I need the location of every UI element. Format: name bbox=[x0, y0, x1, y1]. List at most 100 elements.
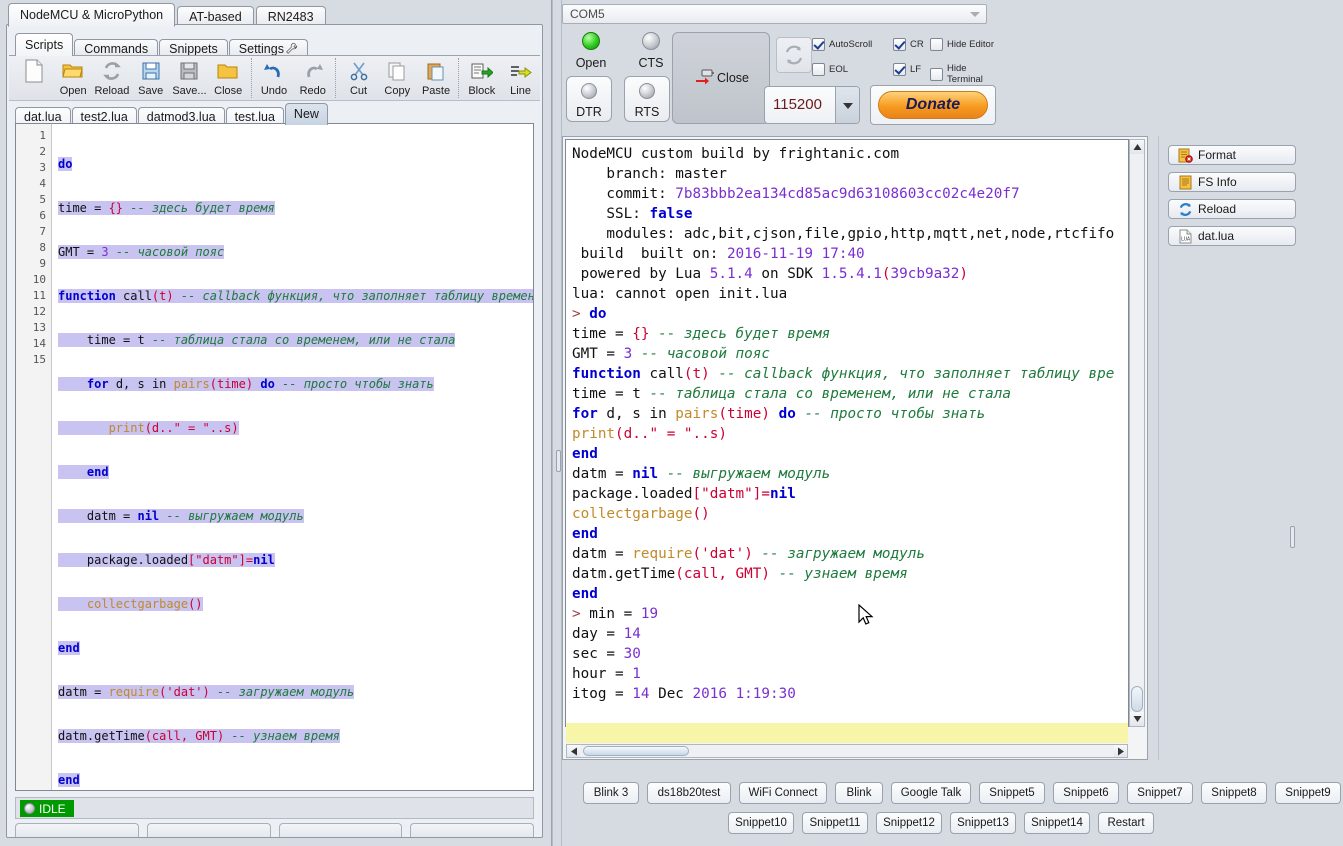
status-badge: IDLE bbox=[20, 800, 74, 817]
code-line: do bbox=[58, 157, 73, 171]
scrollbar-thumb[interactable] bbox=[1131, 686, 1143, 712]
hide-editor-checkbox[interactable]: Hide Editor bbox=[930, 38, 994, 51]
refresh-ports-button[interactable] bbox=[776, 37, 812, 73]
scrollbar-thumb[interactable] bbox=[583, 746, 689, 756]
snippet-button[interactable]: Google Talk bbox=[891, 782, 971, 804]
terminal-horizontal-scrollbar[interactable] bbox=[566, 744, 1128, 758]
block-upload-icon bbox=[471, 58, 493, 84]
checkbox-box[interactable] bbox=[812, 63, 825, 76]
toolbar-block-button[interactable]: Block bbox=[462, 56, 501, 100]
snippet-button[interactable]: Snippet8 bbox=[1201, 782, 1267, 804]
lf-checkbox[interactable]: LF bbox=[893, 63, 921, 76]
side-panel-splitter-grip[interactable] bbox=[1290, 526, 1295, 548]
autoscroll-checkbox[interactable]: AutoScroll bbox=[812, 38, 872, 51]
refresh-icon bbox=[783, 44, 805, 66]
bottom-partial-button[interactable] bbox=[410, 823, 534, 837]
baud-dropdown-button[interactable] bbox=[835, 87, 859, 123]
code-line: collectgarbage() bbox=[58, 596, 533, 612]
hide-terminal-checkbox[interactable]: Hide Terminal bbox=[930, 63, 997, 85]
toolbar-copy-button[interactable]: Copy bbox=[378, 56, 417, 100]
toolbar-cut-button[interactable]: Cut bbox=[339, 56, 378, 100]
copy-icon bbox=[387, 58, 407, 84]
checkbox-label: CR bbox=[910, 39, 924, 50]
status-badge-label: IDLE bbox=[39, 801, 66, 816]
toolbar-save-button[interactable]: Save bbox=[131, 56, 170, 100]
terminal-line: end bbox=[572, 446, 598, 462]
pane-splitter[interactable] bbox=[552, 0, 562, 846]
snippet-button[interactable]: Blink 3 bbox=[583, 782, 639, 804]
checkbox-box[interactable] bbox=[893, 38, 906, 51]
terminal-output[interactable]: NodeMCU custom build by frightanic.com b… bbox=[565, 139, 1129, 727]
snippet-button[interactable]: Snippet5 bbox=[979, 782, 1045, 804]
checkbox-box[interactable] bbox=[812, 38, 825, 51]
snippet-button-label: Snippet14 bbox=[1031, 817, 1083, 829]
snippet-button[interactable]: Blink bbox=[835, 782, 883, 804]
com-port-select[interactable]: COM5 bbox=[562, 4, 987, 24]
lua-file-button[interactable]: LUA dat.lua bbox=[1168, 226, 1296, 246]
checkbox-box[interactable] bbox=[930, 67, 943, 81]
snippet-button[interactable]: Restart bbox=[1098, 812, 1154, 834]
snippet-button[interactable]: ds18b20test bbox=[647, 782, 731, 804]
snippet-button[interactable]: WiFi Connect bbox=[739, 782, 827, 804]
tab-label: Settings bbox=[238, 42, 284, 56]
splitter-grip[interactable] bbox=[556, 450, 561, 472]
code-line: time = {} -- здесь будет время bbox=[58, 201, 275, 215]
toolbar-open-button[interactable]: Open bbox=[54, 56, 93, 100]
file-operations-panel: Format FS Info Reload LUA dat.lua bbox=[1158, 136, 1339, 760]
snippet-button[interactable]: Snippet11 bbox=[802, 812, 868, 834]
redo-icon bbox=[303, 58, 323, 84]
checkbox-box[interactable] bbox=[930, 38, 943, 51]
cr-checkbox[interactable]: CR bbox=[893, 38, 924, 51]
fs-info-button[interactable]: FS Info bbox=[1168, 172, 1296, 192]
file-tab-new[interactable]: New bbox=[284, 103, 328, 125]
snippet-button[interactable]: Snippet6 bbox=[1053, 782, 1119, 804]
terminal-vertical-scrollbar[interactable] bbox=[1129, 139, 1145, 727]
scroll-down-arrow-icon[interactable] bbox=[1130, 712, 1144, 726]
code-line: datm = nil -- выгружаем модуль bbox=[58, 509, 304, 523]
terminal-line: collectgarbage() bbox=[572, 506, 710, 522]
device-tab-nodemcu[interactable]: NodeMCU & MicroPython bbox=[8, 3, 176, 27]
code-line: datm = require('dat') -- загружаем модул… bbox=[58, 685, 355, 699]
toolbar-close-button[interactable]: Close bbox=[209, 56, 248, 100]
lua-file-label: dat.lua bbox=[1198, 229, 1235, 243]
snippet-button[interactable]: Snippet10 bbox=[728, 812, 794, 834]
checkbox-label: LF bbox=[910, 64, 922, 75]
snippet-button[interactable]: Snippet14 bbox=[1024, 812, 1090, 834]
code-editor[interactable]: 1 2 3 4 5 6 7 8 9 10 11 12 13 14 15 do time = {} -- зд… bbox=[15, 123, 534, 791]
tab-scripts[interactable]: Scripts bbox=[15, 33, 74, 56]
snippet-button[interactable]: Snippet7 bbox=[1127, 782, 1193, 804]
toolbar-save-as-button[interactable]: Save... bbox=[170, 56, 209, 100]
terminal-input[interactable] bbox=[566, 723, 1128, 743]
checkbox-box[interactable] bbox=[893, 63, 906, 76]
toolbar-new-button[interactable] bbox=[15, 56, 54, 100]
line-number: 11 bbox=[32, 289, 46, 302]
snippet-button[interactable]: Snippet9 bbox=[1275, 782, 1341, 804]
close-port-button[interactable]: Close bbox=[672, 32, 770, 124]
toolbar-paste-button[interactable]: Paste bbox=[417, 56, 456, 100]
snippet-button[interactable]: Snippet12 bbox=[876, 812, 942, 834]
toolbar-reload-button[interactable]: Reload bbox=[93, 56, 132, 100]
terminal-line: hour = 1 bbox=[572, 666, 641, 682]
terminal-line: package.loaded["datm"]=nil bbox=[572, 486, 796, 502]
toolbar-undo-button[interactable]: Undo bbox=[255, 56, 294, 100]
toolbar-redo-button[interactable]: Redo bbox=[293, 56, 332, 100]
device-tab-label: RN2483 bbox=[267, 10, 314, 24]
editor-code-area[interactable]: do time = {} -- здесь будет время GMT = … bbox=[52, 124, 533, 790]
scroll-right-arrow-icon[interactable] bbox=[1114, 745, 1127, 757]
fs-reload-button[interactable]: Reload bbox=[1168, 199, 1296, 219]
dtr-toggle-button[interactable]: DTR bbox=[566, 76, 612, 122]
scroll-left-arrow-icon[interactable] bbox=[567, 745, 580, 757]
eol-checkbox[interactable]: EOL bbox=[812, 63, 848, 76]
scroll-up-arrow-icon[interactable] bbox=[1130, 140, 1144, 154]
reload-icon bbox=[102, 58, 122, 84]
bottom-partial-button[interactable] bbox=[146, 823, 271, 837]
donate-button[interactable]: Donate bbox=[870, 85, 996, 125]
bottom-partial-button[interactable] bbox=[278, 823, 403, 837]
toolbar-line-button[interactable]: Line bbox=[501, 56, 540, 100]
rts-toggle-button[interactable]: RTS bbox=[624, 76, 670, 122]
toolbar-separator bbox=[250, 58, 252, 98]
baud-rate-select[interactable]: 115200 bbox=[764, 86, 860, 124]
snippet-button[interactable]: Snippet13 bbox=[950, 812, 1016, 834]
format-fs-button[interactable]: Format bbox=[1168, 145, 1296, 165]
bottom-partial-button[interactable] bbox=[15, 823, 139, 837]
